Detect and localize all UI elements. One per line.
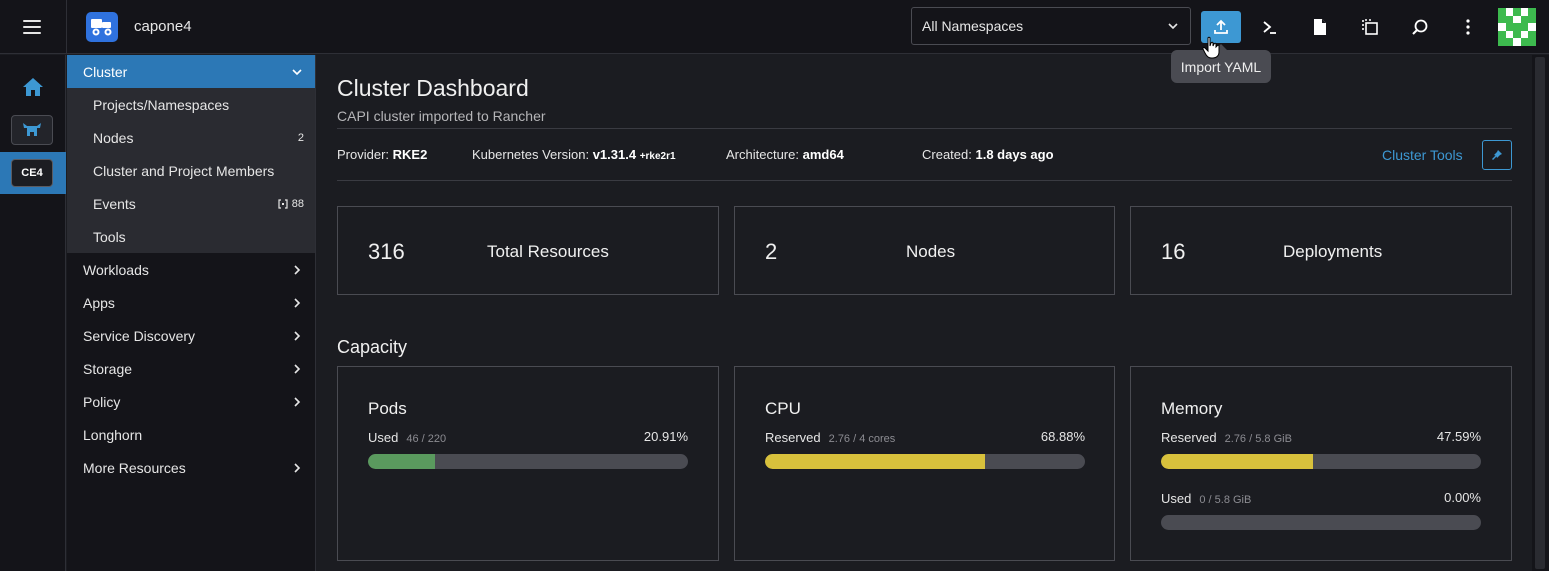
capacity-card-memory: Memory Reserved 2.76 / 5.8 GiB 47.59% Use…	[1130, 366, 1512, 561]
file-icon	[1314, 19, 1326, 35]
top-header: capone4 All Namespaces	[0, 0, 1549, 54]
kebab-menu-icon	[1466, 19, 1470, 35]
search-button[interactable]	[1400, 11, 1440, 43]
capacity-card-pods: Pods Used 46 / 220 20.91%	[337, 366, 719, 561]
gauge-row: Reserved 2.76 / 4 cores 68.88%	[765, 429, 1085, 445]
stat-value: 16	[1161, 239, 1186, 264]
stat-value: 316	[368, 239, 405, 264]
chevron-right-icon	[294, 363, 301, 374]
progress-fill	[368, 454, 435, 469]
chevron-right-icon	[294, 297, 301, 308]
progress-bar	[1161, 515, 1481, 530]
more-actions-button[interactable]	[1448, 11, 1488, 43]
progress-bar	[368, 454, 688, 469]
nav-item-events[interactable]: Events 88	[67, 187, 315, 220]
created-info: Created: 1.8 days ago	[922, 147, 1054, 162]
stat-card-total-resources[interactable]: 316 Total Resources	[337, 206, 719, 295]
nav-item-nodes[interactable]: Nodes 2	[67, 121, 315, 154]
page-title: Cluster Dashboard	[337, 75, 529, 101]
nav-item-projects-namespaces[interactable]: Projects/Namespaces	[67, 88, 315, 121]
namespace-select-value: All Namespaces	[922, 18, 1024, 34]
user-avatar[interactable]	[1498, 8, 1536, 46]
chevron-down-icon	[292, 68, 302, 75]
header-divider	[66, 0, 67, 54]
nav-group-cluster[interactable]: Cluster	[67, 55, 315, 88]
scrollbar[interactable]	[1532, 55, 1549, 571]
kubectl-shell-button[interactable]	[1250, 11, 1290, 43]
cluster-name: capone4	[134, 18, 192, 35]
stat-label: Total Resources	[487, 242, 609, 261]
hamburger-menu-icon[interactable]	[16, 14, 48, 40]
stat-card-deployments[interactable]: 16 Deployments	[1130, 206, 1512, 295]
pin-button[interactable]	[1482, 140, 1512, 170]
copy-icon	[1362, 19, 1378, 35]
stat-value: 2	[765, 239, 778, 264]
main-content: Cluster Dashboard CAPI cluster imported …	[317, 55, 1532, 571]
nav-group-storage[interactable]: Storage	[67, 352, 315, 385]
gauge-row-reserved: Reserved 2.76 / 5.8 GiB 47.59%	[1161, 429, 1481, 445]
cluster-logo-icon	[86, 12, 118, 42]
progress-fill	[765, 454, 986, 469]
divider	[337, 180, 1512, 181]
architecture-info: Architecture: amd64	[726, 147, 844, 162]
home-icon[interactable]	[21, 76, 45, 98]
gauge-title: CPU	[765, 399, 801, 418]
chevron-right-icon	[294, 396, 301, 407]
nav-item-longhorn[interactable]: Longhorn	[67, 418, 315, 451]
provider-info: Provider: RKE2	[337, 147, 428, 162]
page-subtitle: CAPI cluster imported to Rancher	[337, 108, 546, 124]
search-icon	[1412, 19, 1428, 35]
side-nav: Cluster Projects/Namespaces Nodes 2 Clus…	[67, 55, 316, 571]
pointer-cursor-icon	[1202, 36, 1220, 59]
namespaced-icon	[278, 198, 288, 209]
progress-bar	[1161, 454, 1481, 469]
namespace-select[interactable]: All Namespaces	[911, 7, 1191, 45]
gauge-row-used: Used 0 / 5.8 GiB 0.00%	[1161, 490, 1481, 506]
capacity-section-title: Capacity	[337, 337, 408, 357]
nav-group-apps[interactable]: Apps	[67, 286, 315, 319]
pin-icon	[1492, 150, 1502, 160]
count-badge: 2	[297, 131, 304, 144]
nav-group-label: Cluster	[83, 63, 128, 80]
nav-item-tools[interactable]: Tools	[67, 220, 315, 253]
download-kubeconfig-button[interactable]	[1300, 11, 1340, 43]
gauge-title: Pods	[368, 399, 407, 418]
terminal-icon	[1263, 21, 1276, 34]
chevron-right-icon	[294, 330, 301, 341]
cluster-badge-ce4[interactable]: CE4	[11, 159, 53, 187]
nav-group-more-resources[interactable]: More Resources	[67, 451, 315, 484]
nav-group-workloads[interactable]: Workloads	[67, 253, 315, 286]
progress-bar	[765, 454, 1085, 469]
chevron-right-icon	[294, 462, 301, 473]
cluster-subnav: Projects/Namespaces Nodes 2 Cluster and …	[67, 88, 315, 253]
copy-kubeconfig-button[interactable]	[1350, 11, 1390, 43]
gauge-row: Used 46 / 220 20.91%	[368, 429, 688, 445]
upload-icon	[1214, 19, 1228, 34]
chevron-down-icon	[1168, 23, 1178, 30]
nav-item-cluster-project-members[interactable]: Cluster and Project Members	[67, 154, 315, 187]
stat-card-nodes[interactable]: 2 Nodes	[734, 206, 1115, 295]
cluster-rail: CE4	[0, 55, 66, 571]
scrollbar-thumb[interactable]	[1535, 57, 1545, 569]
nav-group-policy[interactable]: Policy	[67, 385, 315, 418]
gauge-title: Memory	[1161, 399, 1223, 418]
cluster-tools-link[interactable]: Cluster Tools	[1382, 147, 1463, 163]
divider	[337, 128, 1512, 129]
chevron-right-icon	[294, 264, 301, 275]
stat-label: Deployments	[1283, 242, 1383, 261]
progress-fill	[1161, 454, 1314, 469]
capacity-card-cpu: CPU Reserved 2.76 / 4 cores 68.88%	[734, 366, 1115, 561]
nav-group-service-discovery[interactable]: Service Discovery	[67, 319, 315, 352]
stat-label: Nodes	[906, 242, 956, 261]
count-badge: 88	[278, 198, 304, 210]
kubernetes-version-info: Kubernetes Version: v1.31.4 +rke2r1	[472, 147, 676, 162]
rancher-cow-icon[interactable]	[11, 115, 53, 145]
